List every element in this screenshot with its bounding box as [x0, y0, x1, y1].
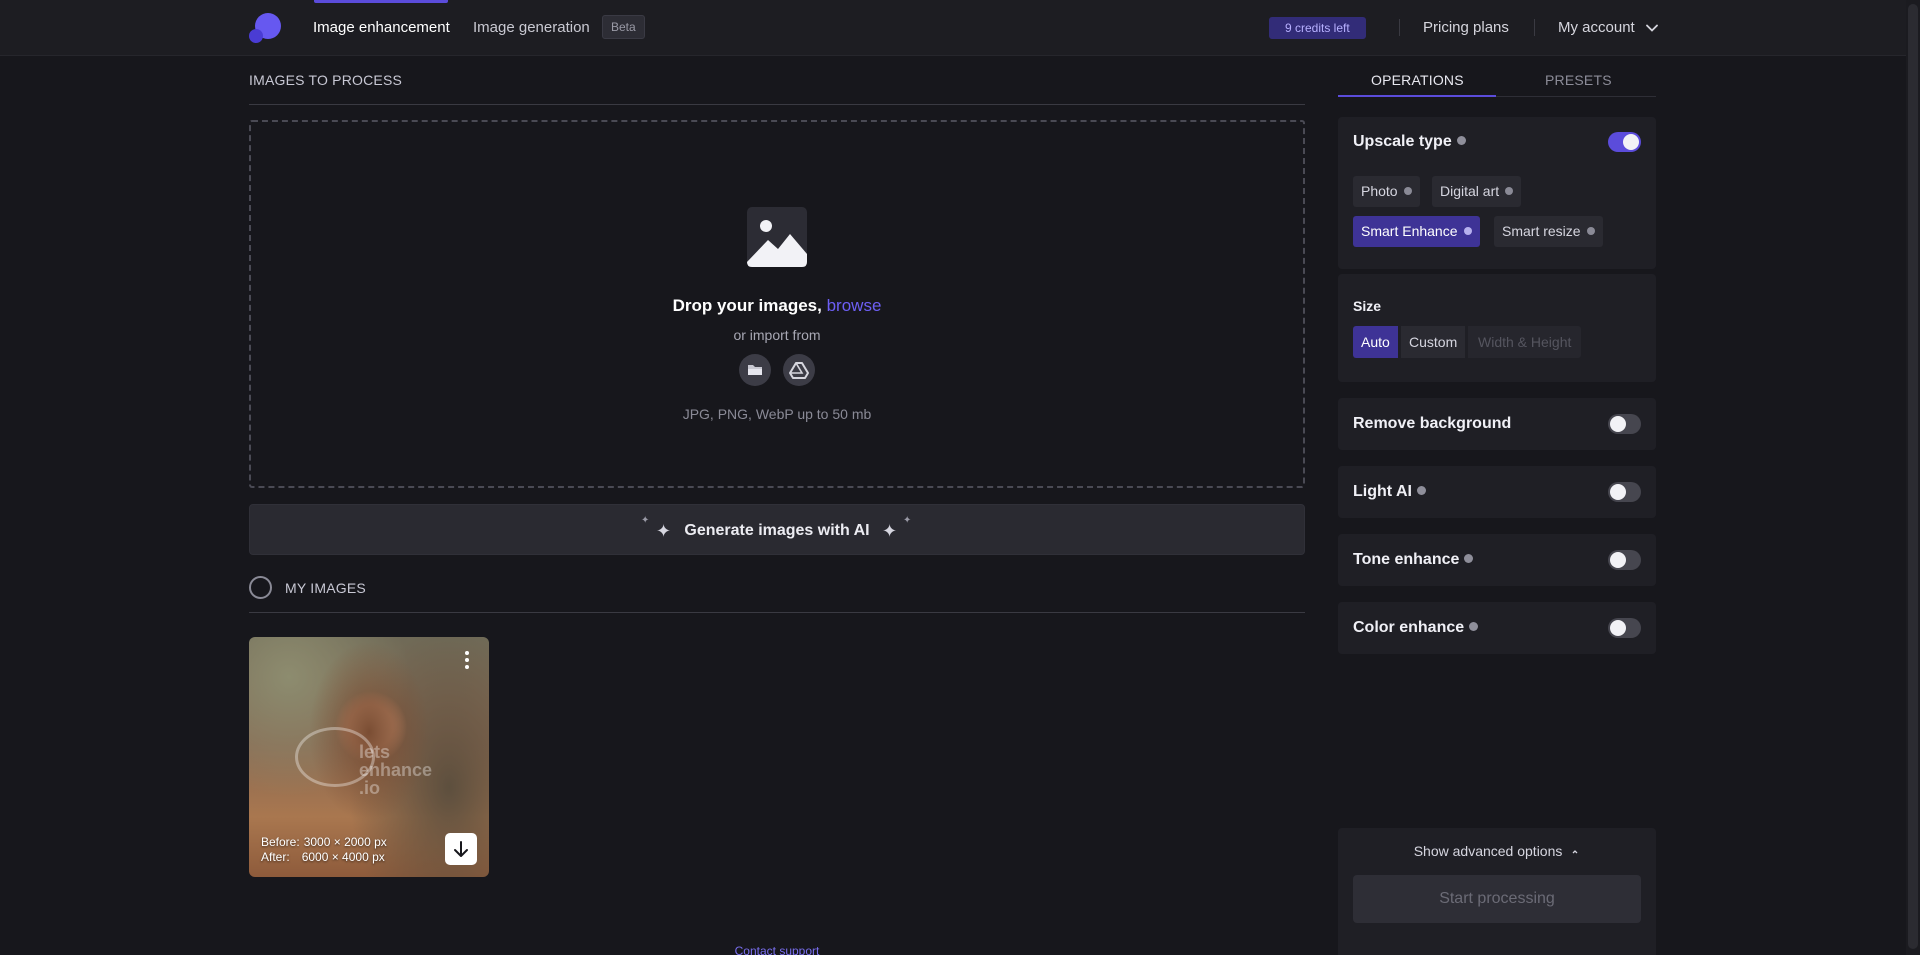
generate-images-label: Generate images with AI	[684, 522, 870, 539]
top-navigation: Image enhancement Image generation Beta …	[0, 0, 1920, 56]
upscale-option-photo[interactable]: Photo	[1353, 176, 1420, 207]
upscale-option-smart-resize[interactable]: Smart resize	[1494, 216, 1603, 247]
chevron-up-icon	[1572, 850, 1578, 854]
dropzone-message: Drop your images, browse	[0, 296, 1554, 316]
info-icon[interactable]	[1416, 486, 1426, 496]
nav-my-account[interactable]: My account	[1558, 19, 1635, 37]
tab-presets[interactable]: PRESETS	[1545, 72, 1612, 88]
size-option-auto[interactable]: Auto	[1353, 326, 1398, 358]
tone-enhance-title: Tone enhance	[1353, 551, 1474, 569]
upscale-option-digital-art[interactable]: Digital art	[1432, 176, 1522, 207]
upscale-option-smart-enhance[interactable]: Smart Enhance	[1353, 216, 1480, 247]
upscale-type-toggle[interactable]	[1608, 132, 1641, 152]
tone-enhance-label: Tone enhance	[1353, 551, 1460, 568]
image-dimensions: Before: 3000 × 2000 px After: 6000 × 4000 …	[261, 835, 387, 865]
drop-text: Drop your images,	[672, 296, 822, 315]
option-label: Smart resize	[1502, 223, 1581, 239]
size-option-width-height: Width & Height	[1468, 326, 1582, 358]
import-google-drive-button[interactable]	[783, 354, 815, 386]
light-ai-toggle[interactable]	[1608, 482, 1641, 502]
info-icon[interactable]	[1469, 622, 1479, 632]
remove-background-title: Remove background	[1353, 415, 1512, 432]
credits-badge[interactable]: 9 credits left	[1269, 17, 1366, 39]
divider	[249, 104, 1305, 105]
before-value: 3000 × 2000 px	[303, 835, 387, 849]
sparkle-icon: ✦	[903, 515, 912, 526]
scrollbar[interactable]	[1906, 0, 1920, 955]
show-advanced-options[interactable]: Show advanced options	[1338, 843, 1656, 859]
color-enhance-toggle[interactable]	[1608, 618, 1641, 638]
browse-link[interactable]: browse	[827, 296, 882, 315]
upscale-type-title: Upscale type	[1353, 133, 1466, 151]
info-icon[interactable]	[1456, 136, 1466, 146]
info-icon[interactable]	[1463, 227, 1472, 236]
toggle-knob	[1610, 552, 1626, 568]
contact-support-link[interactable]: Contact support	[0, 944, 1554, 955]
toggle-knob	[1623, 134, 1639, 150]
google-drive-icon	[789, 362, 809, 379]
tone-enhance-toggle[interactable]	[1608, 550, 1641, 570]
color-enhance-label: Color enhance	[1353, 619, 1465, 636]
show-advanced-label: Show advanced options	[1413, 843, 1563, 859]
after-label: After:	[261, 850, 290, 864]
remove-background-toggle[interactable]	[1608, 414, 1641, 434]
before-label: Before:	[261, 835, 300, 849]
size-option-custom[interactable]: Custom	[1401, 326, 1466, 358]
light-ai-title: Light AI	[1353, 483, 1426, 501]
nav-image-enhancement[interactable]: Image enhancement	[313, 19, 450, 37]
nav-divider	[1399, 19, 1400, 36]
scrollbar-thumb[interactable]	[1908, 4, 1918, 949]
beta-badge: Beta	[602, 15, 645, 39]
size-title: Size	[1353, 298, 1382, 314]
tab-operations[interactable]: OPERATIONS	[1371, 72, 1464, 88]
nav-divider	[1534, 19, 1535, 36]
download-button[interactable]	[445, 833, 477, 865]
watermark-text: lets enhance .io	[359, 742, 433, 798]
import-folder-button[interactable]	[739, 354, 771, 386]
color-enhance-title: Color enhance	[1353, 619, 1479, 637]
option-label: Smart Enhance	[1361, 223, 1458, 239]
image-thumbnail-card[interactable]: lets enhance .io Before: 3000 × 2000 px Aft…	[249, 637, 489, 877]
nav-image-generation[interactable]: Image generation	[473, 19, 590, 37]
folder-icon	[748, 365, 762, 375]
import-from-text: or import from	[733, 327, 821, 343]
nav-active-indicator	[314, 0, 448, 3]
divider	[249, 612, 1305, 613]
download-icon	[454, 841, 468, 857]
toggle-knob	[1610, 484, 1626, 500]
option-label: Photo	[1361, 183, 1398, 199]
active-tab-indicator	[1338, 95, 1496, 97]
logo-icon[interactable]	[248, 11, 282, 45]
supported-formats-text: JPG, PNG, WebP up to 50 mb	[682, 406, 872, 422]
toggle-knob	[1610, 416, 1626, 432]
nav-pricing-plans[interactable]: Pricing plans	[1423, 19, 1509, 37]
after-value: 6000 × 4000 px	[301, 850, 385, 864]
upscale-type-label: Upscale type	[1353, 133, 1452, 150]
image-placeholder-icon	[747, 207, 807, 267]
my-images-title: MY IMAGES	[285, 580, 366, 596]
info-icon[interactable]	[1505, 187, 1514, 196]
chevron-down-icon[interactable]	[1645, 21, 1659, 35]
info-icon[interactable]	[1586, 227, 1595, 236]
info-icon[interactable]	[1403, 187, 1412, 196]
toggle-knob	[1610, 620, 1626, 636]
select-all-radio[interactable]	[249, 576, 272, 599]
sparkle-icon: ✦	[882, 521, 898, 541]
more-options-icon[interactable]	[465, 651, 469, 669]
option-label: Digital art	[1440, 183, 1500, 199]
light-ai-label: Light AI	[1353, 483, 1412, 500]
info-icon[interactable]	[1464, 554, 1474, 564]
images-to-process-title: IMAGES TO PROCESS	[249, 72, 403, 88]
start-processing-button[interactable]: Start processing	[1353, 875, 1641, 923]
